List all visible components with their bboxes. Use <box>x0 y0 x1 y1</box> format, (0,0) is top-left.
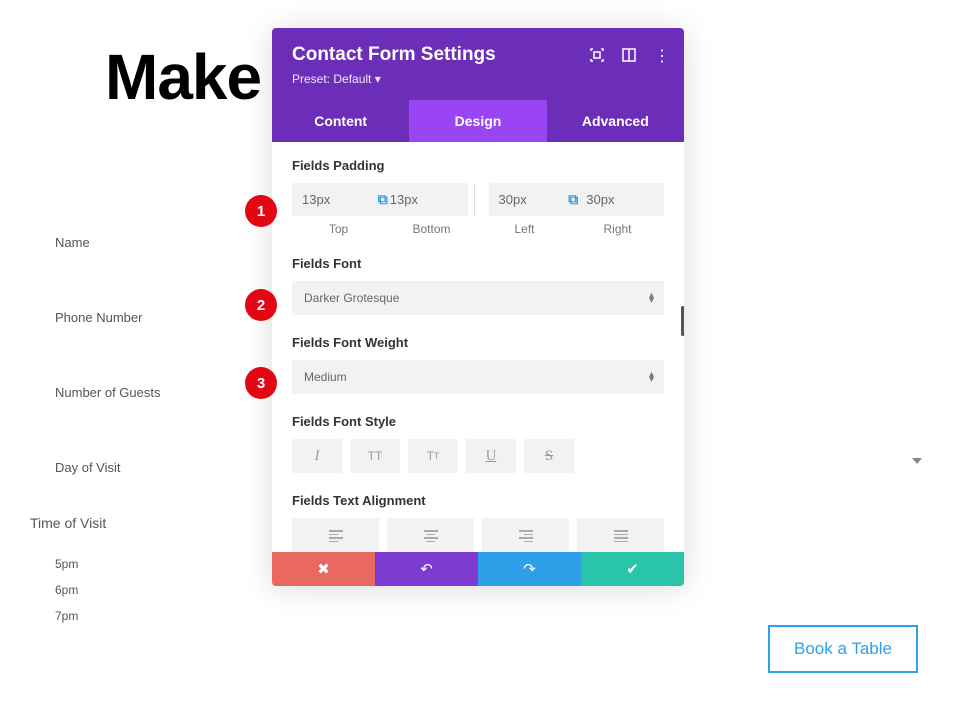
select-caret-icon: ▴▾ <box>649 372 652 382</box>
italic-button[interactable]: I <box>292 439 342 473</box>
label-guests: Number of Guests <box>55 385 161 400</box>
padding-top-input[interactable] <box>292 183 380 216</box>
cancel-button[interactable]: ✖ <box>272 552 375 586</box>
fields-font-label: Fields Font <box>292 256 664 271</box>
time-options: 5pm 6pm 7pm <box>30 557 106 623</box>
label-phone: Phone Number <box>55 310 161 325</box>
undo-button[interactable]: ↶ <box>375 552 478 586</box>
align-center-button[interactable] <box>387 518 474 552</box>
fields-font-value: Darker Grotesque <box>304 291 399 305</box>
fields-padding-label: Fields Padding <box>292 158 664 173</box>
align-justify-button[interactable] <box>577 518 664 552</box>
fields-font-group: Fields Font Darker Grotesque ▴▾ <box>292 256 664 315</box>
dropdown-caret-icon[interactable] <box>912 458 922 464</box>
padding-bottom-input[interactable] <box>380 183 468 216</box>
padding-label-left: Left <box>478 222 571 236</box>
form-field-labels: Name Phone Number Number of Guests Day o… <box>55 235 161 535</box>
capitalize-button[interactable]: TT <box>408 439 458 473</box>
panel-tabs: Content Design Advanced <box>272 100 684 142</box>
fields-text-alignment-group: Fields Text Alignment <box>292 493 664 552</box>
fields-padding-group: Fields Padding ⧉ ⧉ Top Bottom Left Right <box>292 158 664 236</box>
callout-2: 2 <box>245 289 277 321</box>
strikethrough-button[interactable]: S <box>524 439 574 473</box>
fields-font-weight-label: Fields Font Weight <box>292 335 664 350</box>
fields-font-weight-group: Fields Font Weight Medium ▴▾ <box>292 335 664 394</box>
padding-right-input[interactable] <box>576 183 664 216</box>
uppercase-button[interactable]: TT <box>350 439 400 473</box>
resize-handle[interactable] <box>681 306 684 336</box>
time-of-visit-section: Time of Visit 5pm 6pm 7pm <box>30 515 106 635</box>
link-icon[interactable]: ⧉ <box>568 191 578 208</box>
align-left-button[interactable] <box>292 518 379 552</box>
fields-font-style-label: Fields Font Style <box>292 414 664 429</box>
fields-text-alignment-label: Fields Text Alignment <box>292 493 664 508</box>
callout-1: 1 <box>245 195 277 227</box>
fields-font-select[interactable]: Darker Grotesque ▴▾ <box>292 281 664 315</box>
callout-3: 3 <box>245 367 277 399</box>
settings-panel: Contact Form Settings Preset: Default ▾ … <box>272 28 684 586</box>
panel-footer: ✖ ↶ ↷ ✔ <box>272 552 684 586</box>
link-icon[interactable]: ⧉ <box>378 191 388 208</box>
tab-design[interactable]: Design <box>409 100 546 142</box>
panel-header: Contact Form Settings Preset: Default ▾ … <box>272 28 684 100</box>
tab-content[interactable]: Content <box>272 100 409 142</box>
label-name: Name <box>55 235 161 250</box>
tab-advanced[interactable]: Advanced <box>547 100 684 142</box>
fields-font-style-group: Fields Font Style I TT TT U S <box>292 414 664 473</box>
panel-preset[interactable]: Preset: Default ▾ <box>292 72 664 86</box>
padding-label-bottom: Bottom <box>385 222 478 236</box>
panel-body: Fields Padding ⧉ ⧉ Top Bottom Left Right <box>272 142 684 552</box>
select-caret-icon: ▴▾ <box>649 293 652 303</box>
snap-icon[interactable] <box>622 48 636 65</box>
expand-icon[interactable] <box>590 48 604 65</box>
time-option[interactable]: 5pm <box>55 557 106 571</box>
underline-button[interactable]: U <box>466 439 516 473</box>
label-day: Day of Visit <box>55 460 161 475</box>
time-option[interactable]: 6pm <box>55 583 106 597</box>
fields-font-weight-select[interactable]: Medium ▴▾ <box>292 360 664 394</box>
align-right-button[interactable] <box>482 518 569 552</box>
padding-label-right: Right <box>571 222 664 236</box>
time-option[interactable]: 7pm <box>55 609 106 623</box>
padding-label-top: Top <box>292 222 385 236</box>
padding-left-input[interactable] <box>489 183 577 216</box>
redo-button[interactable]: ↷ <box>478 552 581 586</box>
more-icon[interactable]: ⋮ <box>654 46 670 66</box>
fields-font-weight-value: Medium <box>304 370 347 384</box>
time-section-title: Time of Visit <box>30 515 106 531</box>
save-button[interactable]: ✔ <box>581 552 684 586</box>
book-table-button[interactable]: Book a Table <box>768 625 918 673</box>
